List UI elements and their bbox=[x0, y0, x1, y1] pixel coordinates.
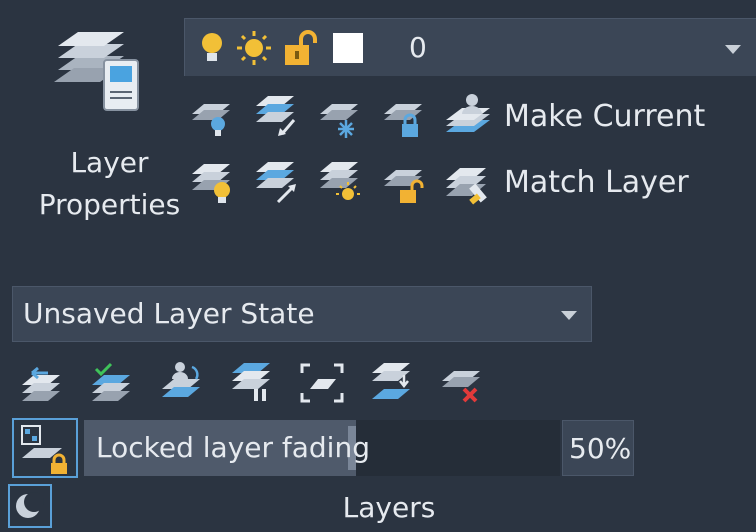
locked-layer-fading-slider[interactable]: Locked layer fading bbox=[84, 420, 560, 476]
layers-panel: Layer Properties 0 Make Current Match La… bbox=[0, 0, 756, 532]
make-current-label[interactable]: Make Current bbox=[504, 99, 705, 134]
match-layer-label[interactable]: Match Layer bbox=[504, 165, 689, 200]
locked-layer-fading-label: Locked layer fading bbox=[96, 431, 370, 464]
fading-percent-value: 50% bbox=[569, 432, 632, 465]
layer-unisolate-icon[interactable] bbox=[252, 158, 300, 206]
layer-on-icon[interactable] bbox=[188, 158, 236, 206]
isolate-to-current-viewport-icon[interactable] bbox=[298, 359, 346, 407]
layer-freeze-icon[interactable] bbox=[316, 92, 364, 140]
copy-objects-icon[interactable] bbox=[158, 359, 206, 407]
layer-properties-button[interactable]: Layer Properties bbox=[18, 18, 180, 221]
layer-dropdown[interactable]: 0 bbox=[184, 18, 756, 76]
layer-isolate-icon[interactable] bbox=[252, 92, 300, 140]
toolbar-row-2: Match Layer bbox=[188, 152, 689, 212]
merge-layer-icon[interactable] bbox=[368, 359, 416, 407]
make-current-icon[interactable] bbox=[444, 92, 492, 140]
current-layer-name: 0 bbox=[409, 31, 427, 64]
layer-state-value: Unsaved Layer State bbox=[23, 297, 315, 330]
previous-layer-icon[interactable] bbox=[18, 359, 66, 407]
layer-thaw-icon[interactable] bbox=[316, 158, 364, 206]
delete-layer-icon[interactable] bbox=[438, 359, 486, 407]
layer-properties-icon bbox=[54, 32, 139, 111]
change-to-current-icon[interactable] bbox=[88, 359, 136, 407]
locked-layer-fading-toggle[interactable] bbox=[12, 418, 78, 478]
toolbar-row-1: Make Current bbox=[188, 86, 705, 146]
layer-state-dropdown[interactable]: Unsaved Layer State bbox=[12, 286, 592, 342]
layer-fade-lock-icon bbox=[21, 425, 67, 474]
layer-properties-label: Layer Properties bbox=[38, 146, 181, 221]
toolbar-row-3 bbox=[18, 356, 508, 410]
unlock-icon[interactable] bbox=[283, 29, 317, 67]
layer-lock-icon[interactable] bbox=[380, 92, 428, 140]
sun-icon[interactable] bbox=[235, 29, 273, 67]
panel-title: Layers bbox=[342, 491, 436, 524]
layer-off-icon[interactable] bbox=[188, 92, 236, 140]
color-swatch-icon[interactable] bbox=[333, 33, 363, 63]
layer-walk-icon[interactable] bbox=[228, 359, 276, 407]
chevron-down-icon[interactable] bbox=[725, 45, 741, 54]
fading-percent-field[interactable]: 50% bbox=[562, 420, 634, 476]
bulb-on-icon[interactable] bbox=[199, 31, 225, 65]
layer-unlock-icon[interactable] bbox=[380, 158, 428, 206]
match-layer-icon[interactable] bbox=[444, 158, 492, 206]
chevron-down-icon[interactable] bbox=[561, 311, 577, 320]
